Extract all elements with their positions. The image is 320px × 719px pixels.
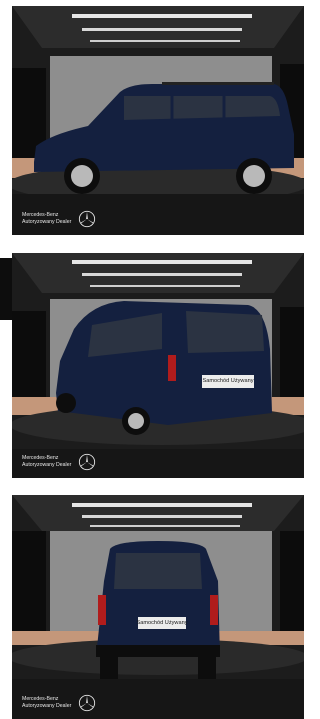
car-photo-rear-image — [12, 495, 304, 719]
car-photo-rear[interactable]: Samochód Używany Mercedes-Benz Autoryzow… — [12, 495, 304, 719]
mercedes-star-icon — [78, 453, 96, 471]
car-photo-side[interactable]: Mercedes-Benz Autoryzowany Dealer — [12, 6, 304, 235]
dealer-brand: Mercedes-Benz — [22, 212, 59, 218]
dealer-name: Autoryzowany Dealer — [22, 219, 72, 225]
dealer-brand: Mercedes-Benz — [22, 455, 59, 461]
gallery-edge — [0, 258, 12, 320]
dealer-brand: Mercedes-Benz — [22, 696, 59, 702]
dealer-caption: Mercedes-Benz Autoryzowany Dealer — [22, 696, 71, 710]
car-photo-rear-three-quarter-image — [12, 253, 304, 478]
mercedes-star-icon — [78, 694, 96, 712]
license-plate-text: Samochód Używany — [202, 378, 254, 384]
dealer-name: Autoryzowany Dealer — [22, 462, 72, 468]
license-plate-text: Samochód Używany — [136, 620, 188, 626]
car-photo-side-image — [12, 6, 304, 235]
dealer-caption: Mercedes-Benz Autoryzowany Dealer — [22, 455, 71, 469]
car-photo-rear-three-quarter[interactable]: Samochód Używany Mercedes-Benz Autoryzow… — [12, 253, 304, 478]
mercedes-star-icon — [78, 210, 96, 228]
dealer-name: Autoryzowany Dealer — [22, 703, 72, 709]
dealer-caption: Mercedes-Benz Autoryzowany Dealer — [22, 212, 71, 226]
